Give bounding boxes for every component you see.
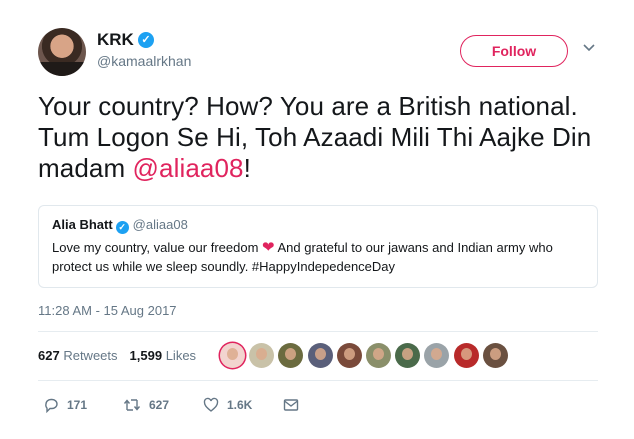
retweet-icon <box>123 399 141 411</box>
quoted-tweet[interactable]: Alia Bhatt ✓ @aliaa08 Love my country, val… <box>38 205 598 288</box>
author-handle[interactable]: @kamaalrkhan <box>97 53 191 69</box>
action-bar: 171 627 1.6K <box>43 397 307 413</box>
like-heart-icon <box>203 397 219 412</box>
likes-stat[interactable]: 1,599 Likes <box>130 348 197 363</box>
tweet-timestamp[interactable]: 11:28 AM - 15 Aug 2017 <box>38 303 177 318</box>
heart-emoji-icon: ❤ <box>262 239 275 256</box>
liker-avatar[interactable] <box>249 343 275 368</box>
quoted-text-part1: Love my country, value our freedom <box>52 240 263 255</box>
liker-avatar[interactable] <box>278 343 304 368</box>
follow-button[interactable]: Follow <box>460 35 568 67</box>
liker-avatars <box>220 343 512 368</box>
liker-avatar[interactable] <box>307 343 333 368</box>
liker-avatar[interactable] <box>424 343 450 368</box>
verified-badge-icon: ✓ <box>138 32 154 48</box>
liker-avatar[interactable] <box>365 343 391 368</box>
divider-top <box>38 331 598 332</box>
liker-avatar[interactable] <box>395 343 421 368</box>
quoted-author-name: Alia Bhatt <box>52 217 113 232</box>
liker-avatar[interactable] <box>336 343 362 368</box>
tweet-text: Your country? How? You are a British nat… <box>38 91 618 184</box>
tweet-text-main: Your country? How? You are a British nat… <box>38 91 592 183</box>
like-count: 1.6K <box>227 398 253 412</box>
like-button[interactable]: 1.6K <box>203 397 283 413</box>
author-name[interactable]: KRK <box>97 30 134 50</box>
quoted-author-handle: @aliaa08 <box>132 217 188 232</box>
retweets-label: Retweets <box>63 348 118 363</box>
liker-avatar[interactable] <box>453 343 479 368</box>
reply-icon <box>45 398 58 413</box>
chevron-down-icon[interactable] <box>582 40 596 54</box>
liker-avatar[interactable] <box>482 343 508 368</box>
likes-label: Likes <box>165 348 197 363</box>
divider-bottom <box>38 380 598 381</box>
quoted-tweet-header: Alia Bhatt ✓ @aliaa08 <box>52 216 584 234</box>
retweet-count: 627 <box>149 398 170 412</box>
envelope-icon <box>283 399 299 411</box>
likes-count: 1,599 <box>129 348 163 363</box>
quoted-tweet-text: Love my country, value our freedom ❤ And… <box>52 238 584 276</box>
reply-button[interactable]: 171 <box>43 397 123 413</box>
reply-count: 171 <box>67 398 88 412</box>
retweets-stat[interactable]: 627 Retweets <box>38 348 118 363</box>
direct-message-button[interactable] <box>283 398 307 412</box>
retweets-count: 627 <box>38 348 60 363</box>
tweet-text-end: ! <box>243 153 251 183</box>
engagement-stats: 627 Retweets 1,599 Likes <box>38 348 196 363</box>
liker-avatar[interactable] <box>220 343 245 368</box>
quoted-verified-icon: ✓ <box>115 221 129 234</box>
retweet-button[interactable]: 627 <box>123 397 203 413</box>
author-avatar[interactable] <box>38 28 86 76</box>
tweet-mention-link[interactable]: @aliaa08 <box>133 153 244 183</box>
